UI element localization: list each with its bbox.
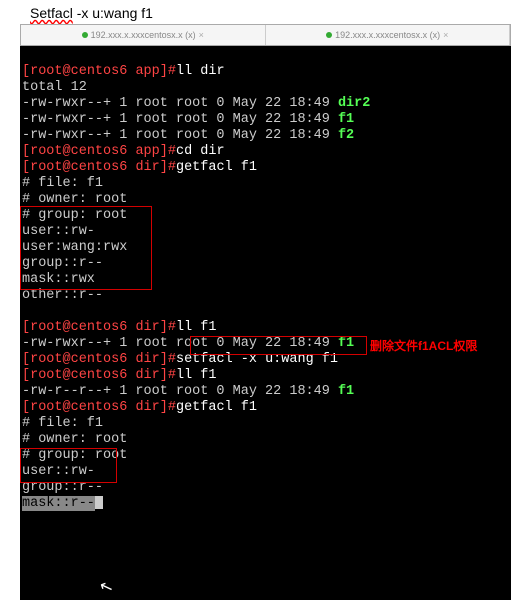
tab-label: 192.xxx.x.xxxcentosx.x (x) <box>91 30 196 40</box>
output-line: user::rw- <box>22 224 95 239</box>
output-line: user::rw- <box>22 464 95 479</box>
command: ll f1 <box>176 320 217 335</box>
filename: f1 <box>338 336 354 351</box>
filename: f1 <box>338 384 354 399</box>
output-line: -rw-rwxr--+ 1 root root 0 May 22 18:49 <box>22 128 338 143</box>
output-line: group::r-- <box>22 480 103 495</box>
status-dot-icon <box>326 32 332 38</box>
prompt-close: ] <box>160 64 168 79</box>
output-line: -rw-r--r--+ 1 root root 0 May 22 18:49 <box>22 384 338 399</box>
command: setfacl -x u:wang f1 <box>176 352 338 367</box>
output-line: mask::rwx <box>22 272 95 287</box>
output-line: # file: f1 <box>22 176 103 191</box>
output-line: total 12 <box>22 80 87 95</box>
header-command: Setfacl -x u:wang f1 <box>0 0 531 24</box>
close-icon[interactable]: × <box>443 30 448 40</box>
output-line: # group: root <box>22 448 127 463</box>
prompt-host: centos6 <box>71 64 128 79</box>
prompt-open: [ <box>22 64 30 79</box>
filename: f2 <box>338 128 354 143</box>
filename: dir2 <box>338 96 370 111</box>
command: getfacl f1 <box>176 400 257 415</box>
output-line: # owner: root <box>22 192 127 207</box>
prompt-user: root <box>30 64 62 79</box>
close-icon[interactable]: × <box>199 30 204 40</box>
mouse-cursor-icon: ↖ <box>98 578 116 598</box>
command: ll f1 <box>176 368 217 383</box>
prompt-hash: # <box>168 64 176 79</box>
output-line: -rw-rwxr--+ 1 root root 0 May 22 18:49 <box>22 112 338 127</box>
output-line: -rw-rwxr--+ 1 root root 0 May 22 18:49 <box>22 96 338 111</box>
tab-label: 192.xxx.x.xxxcentosx.x (x) <box>335 30 440 40</box>
tab-right[interactable]: 192.xxx.x.xxxcentosx.x (x) × <box>266 25 511 45</box>
annotation-text: 删除文件f1ACL权限 <box>370 338 477 354</box>
header-text-underlined: Setfacl <box>30 5 73 21</box>
output-line: -rw-rwxr--+ 1 root root 0 May 22 18:49 <box>22 336 338 351</box>
output-line: group::r-- <box>22 256 103 271</box>
output-line: # owner: root <box>22 432 127 447</box>
tab-left[interactable]: 192.xxx.x.xxxcentosx.x (x) × <box>21 25 266 45</box>
output-line: # file: f1 <box>22 416 103 431</box>
command: ll dir <box>176 64 225 79</box>
output-line: user:wang:rwx <box>22 240 127 255</box>
terminal[interactable]: [root@centos6 app]#ll dir total 12 -rw-r… <box>20 46 511 600</box>
output-line: other::r-- <box>22 288 103 303</box>
command: getfacl f1 <box>176 160 257 175</box>
header-text-rest: -x u:wang f1 <box>73 5 153 21</box>
status-dot-icon <box>82 32 88 38</box>
prompt-at: @ <box>63 64 71 79</box>
output-line: mask::r-- <box>22 496 95 511</box>
filename: f1 <box>338 112 354 127</box>
tabs-bar: 192.xxx.x.xxxcentosx.x (x) × 192.xxx.x.x… <box>20 24 511 46</box>
prompt-path: app <box>127 64 159 79</box>
terminal-cursor <box>95 496 103 509</box>
output-line: # group: root <box>22 208 127 223</box>
command: cd dir <box>176 144 225 159</box>
